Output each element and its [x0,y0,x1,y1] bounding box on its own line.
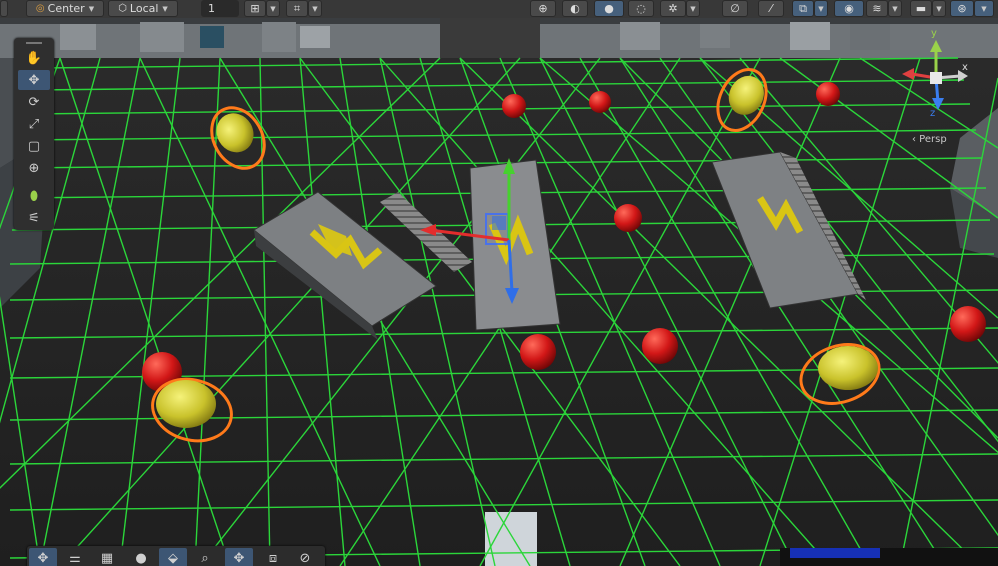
gizmo-axis-x-label: x [962,62,968,73]
pivot-icon: ✥ [233,550,245,566]
search-button[interactable]: ⌕ [191,548,219,566]
fx-toggle-icon[interactable]: ⁄ [758,0,784,17]
transform-icon: ⊕ [28,160,40,176]
chevron-down-icon: ▼ [88,4,95,13]
nodes-icon: ⚟ [28,210,40,226]
hand-tool-button[interactable]: ✋ [18,48,50,68]
snap-increment-field[interactable]: 1 [201,0,239,17]
camera-toggle-button[interactable]: ⧈ [259,548,287,566]
rect-icon: ▢ [27,138,41,154]
grid-toggle-button[interactable]: ▦ [93,548,121,566]
scene-tools-palette: ✋ ✥ ⟳ ⤢ ▢ ⊕ ⬮ ⚟ [14,38,54,230]
camera-icon: ⧈ [268,550,278,566]
chevron-down-icon[interactable]: ▼ [974,0,994,17]
chevron-down-icon: ▼ [162,4,168,13]
pivot-mode-label: Center [47,2,85,15]
scale-tool-button[interactable]: ⤢ [18,114,50,134]
scene-toolbar: ◎ Center ▼ ⬡ Local ▼ 1 ⊞ ▼ ⌗ ▼ ⊕ ◐ ● ◌ ✲… [0,0,998,19]
move-icon: ✥ [37,550,49,566]
chevron-down-icon[interactable]: ▼ [308,0,322,17]
gizmo-axis-z-label: z [930,108,936,119]
navmesh-toggle-button[interactable]: ⬙ [159,548,187,566]
debug-bug-icon[interactable]: ✲ [660,0,686,17]
view-move-button[interactable]: ✥ [29,548,57,566]
space-mode-dropdown[interactable]: ⬡ Local ▼ [108,0,178,17]
navmesh-icon: ⬙ [168,550,178,566]
overlay-toolbar: ✥ ⚌ ▦ ● ⬙ ⌕ ✥ ⧈ ⊘ [27,546,325,566]
chevron-down-icon[interactable]: ▼ [686,0,700,17]
audio-toggle-icon[interactable]: ∅ [722,0,748,17]
wireframe-shading-icon[interactable]: ⊕ [530,0,556,17]
camera-icon[interactable]: ▬ [910,0,932,17]
gizmo-axis-y-label: y [931,28,937,39]
scale-icon: ⤢ [28,116,40,132]
chevron-down-icon[interactable]: ▼ [814,0,828,17]
rotate-tool-button[interactable]: ⟳ [18,92,50,112]
grid-snap-icon[interactable]: ⊞ [244,0,266,17]
custom-tool-2-button[interactable]: ⚟ [18,208,50,228]
search-icon: ⌕ [201,550,209,566]
pivot-icon: ◎ [35,3,45,14]
scene-visibility-icon[interactable]: ◉ [834,0,864,17]
compass-icon: ⊘ [299,550,311,566]
custom-tool-button[interactable]: ⬮ [18,186,50,206]
hand-icon: ✋ [25,50,43,66]
move-tool-button[interactable]: ✥ [18,70,50,90]
pivot-toggle-button[interactable]: ✥ [225,548,253,566]
scene-render [0,18,998,566]
rendering-debug-icon[interactable]: ◌ [628,0,654,17]
sliders-icon: ⚌ [69,550,81,566]
gizmos-icon[interactable]: ⊛ [950,0,974,17]
rotate-icon: ⟳ [28,94,40,110]
chevron-down-icon[interactable]: ▼ [888,0,902,17]
chevron-down-icon[interactable]: ▼ [932,0,946,17]
layers-visibility-icon[interactable]: ⧉ [792,0,814,17]
space-mode-label: Local [129,2,159,15]
projection-label[interactable]: ‹ Persp [912,134,947,145]
rect-tool-button[interactable]: ▢ [18,136,50,156]
overlay-settings-button[interactable]: ⚌ [61,548,89,566]
layers-icon[interactable]: ≋ [866,0,888,17]
shaded-mode-icon[interactable]: ● [594,0,624,17]
toolbar-edge [0,0,8,17]
shading-toggle-button[interactable]: ● [127,548,155,566]
move-icon: ✥ [28,72,40,88]
chevron-down-icon[interactable]: ▼ [266,0,280,17]
grid-icon: ▦ [100,550,114,566]
transform-tool-button[interactable]: ⊕ [18,158,50,178]
scene-viewport[interactable]: ✋ ✥ ⟳ ⤢ ▢ ⊕ ⬮ ⚟ y x z ‹ Persp ✥ ⚌ ▦ ● ⬙ … [0,18,998,566]
orientation-gizmo[interactable]: y x z [900,28,970,132]
capsule-icon: ⬮ [29,188,39,204]
palette-drag-handle[interactable] [26,42,42,44]
sphere-icon: ● [135,550,147,566]
compass-button[interactable]: ⊘ [291,548,319,566]
pivot-mode-dropdown[interactable]: ◎ Center ▼ [26,0,104,17]
shaded-wireframe-icon[interactable]: ◐ [562,0,588,17]
snap-increment-value: 1 [208,2,215,15]
snap-settings-icon[interactable]: ⌗ [286,0,308,17]
cube-icon: ⬡ [118,3,127,14]
